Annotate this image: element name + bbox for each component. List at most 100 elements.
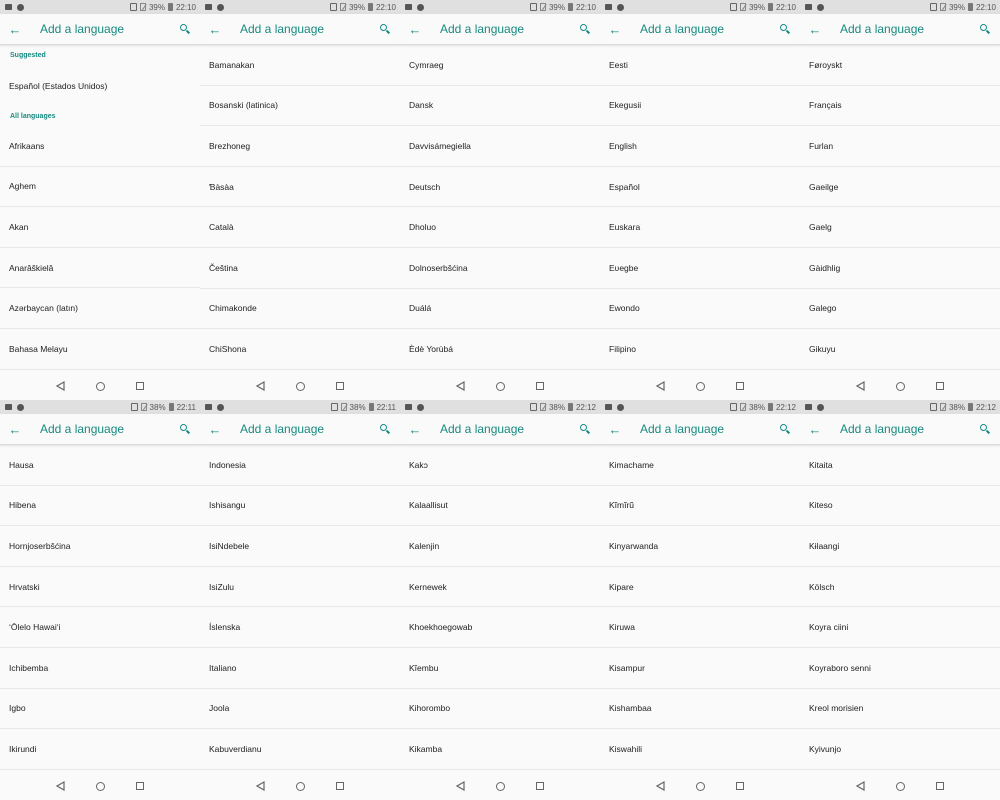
search-icon[interactable]	[974, 14, 1000, 45]
nav-home-icon[interactable]	[295, 381, 305, 391]
list-item[interactable]: Ekegusii	[600, 86, 800, 127]
nav-back-icon[interactable]	[455, 781, 465, 791]
nav-recents-icon[interactable]	[936, 782, 945, 790]
language-list[interactable]: Cymraeg Dansk Davvisámegiella Deutsch Dholuo…	[400, 45, 600, 372]
nav-back-icon[interactable]	[455, 381, 465, 391]
list-item[interactable]: Filipino	[600, 329, 800, 370]
list-item[interactable]: Chimakonde	[200, 289, 400, 330]
nav-home-icon[interactable]	[295, 781, 305, 791]
list-item[interactable]: Akan	[0, 207, 200, 248]
list-item[interactable]: Anarâškielâ	[0, 248, 200, 289]
search-icon[interactable]	[774, 414, 800, 445]
list-item[interactable]: Føroyskt	[800, 45, 1000, 86]
language-list[interactable]: Føroyskt Français Furlan Gaeilge Gaelg Gàidhl…	[800, 45, 1000, 372]
list-item[interactable]: Čeština	[200, 248, 400, 289]
nav-recents-icon[interactable]	[536, 382, 545, 390]
language-list[interactable]: Kitaita Kiteso Kɨlaangi Kölsch Koyra ciini Ko…	[800, 445, 1000, 772]
list-item[interactable]: Gikuyu	[800, 329, 1000, 370]
list-item[interactable]: Hrvatski	[0, 567, 200, 608]
list-item[interactable]: Kiteso	[800, 486, 1000, 527]
nav-back-icon[interactable]	[55, 781, 65, 791]
list-item[interactable]: Kakɔ	[400, 445, 600, 486]
nav-back-icon[interactable]	[855, 381, 865, 391]
language-list[interactable]: Eesti Ekegusii English Español Euskara Eʋegbe…	[600, 45, 800, 372]
list-item[interactable]: Kitaita	[800, 445, 1000, 486]
list-item[interactable]: Kɨlaangi	[800, 526, 1000, 567]
nav-recents-icon[interactable]	[136, 782, 145, 790]
nav-recents-icon[interactable]	[736, 382, 745, 390]
list-item[interactable]: Cymraeg	[400, 45, 600, 86]
list-item[interactable]: Bosanski (latinica)	[200, 86, 400, 127]
list-item[interactable]: Gaeilge	[800, 167, 1000, 208]
language-list[interactable]: Suggested Español (Estados Unidos) All lan…	[0, 45, 200, 372]
language-list[interactable]: Hausa Hibena Hornjoserbšćina Hrvatski ʻŌlelo…	[0, 445, 200, 772]
language-list[interactable]: Kimachame Kĩmĩrũ Kinyarwanda Kipare Kiruwa Ki…	[600, 445, 800, 772]
list-item[interactable]: IsiZulu	[200, 567, 400, 608]
list-item[interactable]: Dholuo	[400, 207, 600, 248]
list-item[interactable]: Hibena	[0, 486, 200, 527]
list-item[interactable]: Kyivunjo	[800, 729, 1000, 770]
search-icon[interactable]	[374, 414, 400, 445]
nav-recents-icon[interactable]	[536, 782, 545, 790]
list-item[interactable]: Indonesia	[200, 445, 400, 486]
list-item[interactable]: Ewondo	[600, 289, 800, 330]
nav-back-icon[interactable]	[855, 781, 865, 791]
search-icon[interactable]	[574, 414, 600, 445]
nav-back-icon[interactable]	[55, 381, 65, 391]
search-icon[interactable]	[574, 14, 600, 45]
list-item[interactable]: Kiruwa	[600, 607, 800, 648]
nav-back-icon[interactable]	[255, 381, 265, 391]
list-item[interactable]: Eesti	[600, 45, 800, 86]
nav-recents-icon[interactable]	[136, 382, 145, 390]
list-item[interactable]: Kihorombo	[400, 689, 600, 730]
list-item[interactable]: Koyraboro senni	[800, 648, 1000, 689]
language-list[interactable]: Kakɔ Kalaallisut Kalenjin Kernewek Khoekhoeg…	[400, 445, 600, 772]
list-item[interactable]: Khoekhoegowab	[400, 607, 600, 648]
list-item[interactable]: Dansk	[400, 86, 600, 127]
nav-home-icon[interactable]	[895, 781, 905, 791]
list-item[interactable]: Català	[200, 207, 400, 248]
nav-home-icon[interactable]	[95, 781, 105, 791]
arrow-back-icon[interactable]: ←	[400, 22, 430, 37]
nav-recents-icon[interactable]	[736, 782, 745, 790]
nav-recents-icon[interactable]	[336, 382, 345, 390]
list-item[interactable]: Kreol morisien	[800, 689, 1000, 730]
list-item[interactable]: Deutsch	[400, 167, 600, 208]
list-item[interactable]: Gàidhlig	[800, 248, 1000, 289]
nav-recents-icon[interactable]	[936, 382, 945, 390]
list-item[interactable]: Bamanakan	[200, 45, 400, 86]
search-icon[interactable]	[374, 14, 400, 45]
search-icon[interactable]	[774, 14, 800, 45]
list-item[interactable]: Furlan	[800, 126, 1000, 167]
arrow-back-icon[interactable]: ←	[600, 22, 630, 37]
list-item[interactable]: Davvisámegiella	[400, 126, 600, 167]
list-item[interactable]: Galego	[800, 289, 1000, 330]
list-item[interactable]: Azərbaycan (latın)	[0, 288, 200, 329]
list-item[interactable]: Kishambaa	[600, 689, 800, 730]
list-item[interactable]: Íslenska	[200, 607, 400, 648]
arrow-back-icon[interactable]: ←	[600, 422, 630, 437]
nav-home-icon[interactable]	[695, 381, 705, 391]
list-item[interactable]: Euskara	[600, 207, 800, 248]
list-item[interactable]: Gaelg	[800, 207, 1000, 248]
list-item[interactable]: Français	[800, 86, 1000, 127]
list-item[interactable]: Ichibemba	[0, 648, 200, 689]
language-list[interactable]: Bamanakan Bosanski (latinica) Brezhoneg Ɓàs…	[200, 45, 400, 372]
nav-back-icon[interactable]	[255, 781, 265, 791]
list-item[interactable]: Kalaallisut	[400, 486, 600, 527]
list-item[interactable]: Kabuverdianu	[200, 729, 400, 770]
nav-home-icon[interactable]	[495, 381, 505, 391]
list-item[interactable]: Dolnoserbšćina	[400, 248, 600, 289]
list-item[interactable]: Kĩmĩrũ	[600, 486, 800, 527]
list-item[interactable]: Aghem	[0, 167, 200, 208]
list-item[interactable]: Duálá	[400, 289, 600, 330]
list-item[interactable]: Hausa	[0, 445, 200, 486]
list-item[interactable]: Igbo	[0, 689, 200, 730]
list-item[interactable]: Bahasa Melayu	[0, 329, 200, 370]
arrow-back-icon[interactable]: ←	[400, 422, 430, 437]
list-item[interactable]: Joola	[200, 689, 400, 730]
list-item[interactable]: Kimachame	[600, 445, 800, 486]
list-item[interactable]: Koyra ciini	[800, 607, 1000, 648]
list-item[interactable]: ChiShona	[200, 329, 400, 370]
list-item[interactable]: Español	[600, 167, 800, 208]
